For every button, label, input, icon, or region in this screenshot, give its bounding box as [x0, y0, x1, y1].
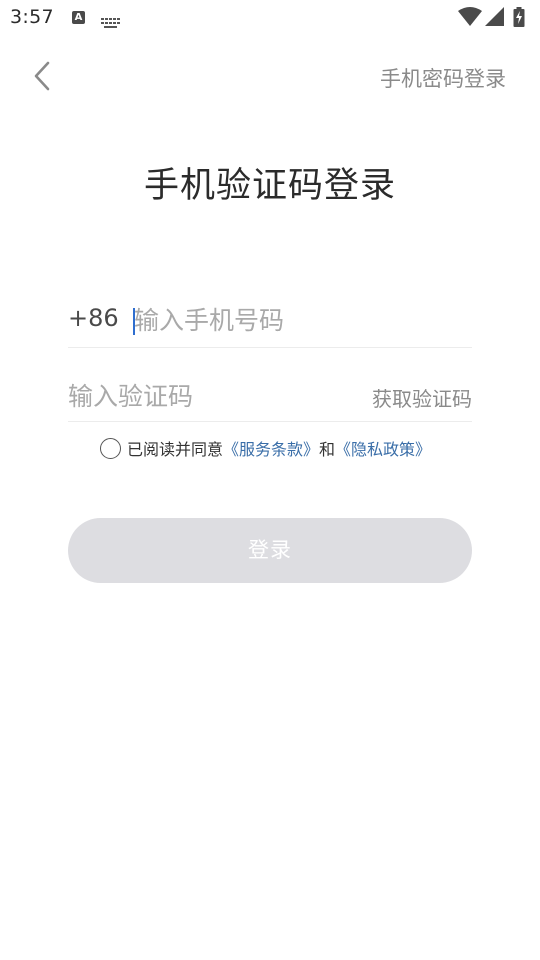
a-notification-icon: A	[72, 11, 85, 24]
chevron-left-icon	[34, 61, 50, 91]
back-button[interactable]	[26, 58, 58, 94]
agreement-prefix: 已阅读并同意	[127, 440, 224, 459]
code-row: 获取验证码	[68, 370, 472, 422]
battery-icon	[513, 7, 525, 27]
status-bar: 3:57 A	[0, 0, 540, 36]
status-time: 3:57	[10, 6, 54, 28]
keyboard-icon	[101, 13, 121, 32]
password-login-link[interactable]: 手机密码登录	[380, 63, 506, 93]
wifi-icon	[458, 7, 482, 26]
agreement-row: 已阅读并同意 《服务条款》 和 《隐私政策》	[100, 436, 431, 460]
privacy-policy-link[interactable]: 《隐私政策》	[335, 436, 431, 460]
get-code-button[interactable]: 获取验证码	[372, 383, 472, 412]
status-icons	[458, 7, 530, 27]
login-button[interactable]: 登录	[68, 518, 472, 583]
phone-row: +86	[68, 294, 472, 348]
country-code[interactable]: +86	[68, 304, 119, 332]
terms-of-service-link[interactable]: 《服务条款》	[223, 436, 319, 460]
phone-input[interactable]	[134, 300, 464, 340]
signal-icon	[485, 7, 504, 26]
login-screen: 3:57 A 手机密码登录 手机验证码登录 +86 输入手机号码 输入验证码 获…	[0, 0, 540, 960]
agree-checkbox[interactable]	[100, 437, 121, 459]
verification-code-input[interactable]	[68, 376, 328, 416]
page-title: 手机验证码登录	[143, 166, 396, 206]
agreement-conjunction: 和	[319, 440, 336, 459]
